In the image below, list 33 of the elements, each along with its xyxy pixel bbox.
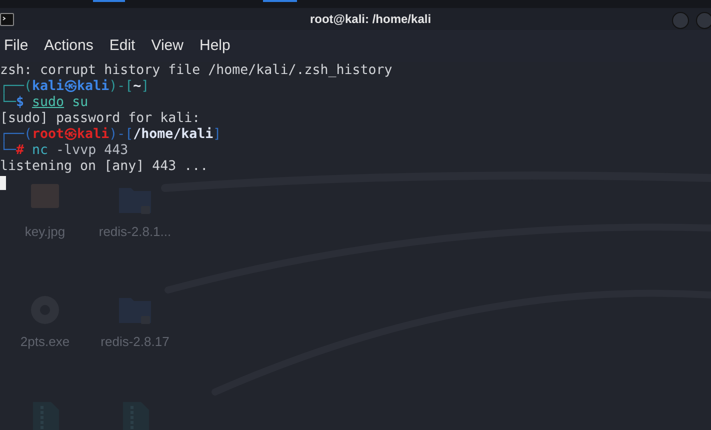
terminal-text: ┌──( <box>0 127 32 142</box>
panel-tab-indicator <box>93 0 125 2</box>
terminal-text: /home/kali <box>133 127 214 142</box>
window-title: root@kali: /home/kali <box>308 11 432 28</box>
terminal-text: nc <box>32 143 48 158</box>
menu-item[interactable]: View <box>151 34 184 58</box>
terminal-text: root㉿kali <box>32 127 110 142</box>
menu-item[interactable]: Help <box>199 34 230 58</box>
maximize-button[interactable] <box>696 12 711 29</box>
terminal-text: ~ <box>133 79 142 94</box>
terminal-text: $ <box>16 95 26 110</box>
terminal-text: su <box>71 95 88 110</box>
terminal-text: ] <box>213 127 222 142</box>
terminal-text: -lvvp 443 <box>55 143 128 158</box>
text-cursor <box>0 176 6 190</box>
menu-item[interactable]: Edit <box>109 34 136 58</box>
terminal-text: sudo <box>32 95 64 110</box>
terminal-text: listening on [any] 443 ... <box>0 159 208 174</box>
terminal-text: └─ <box>0 143 16 158</box>
terminal-text: kali㉿kali <box>32 79 110 94</box>
terminal-text: [sudo] password for kali: <box>0 111 200 126</box>
minimize-button[interactable] <box>672 12 689 29</box>
terminal-text: zsh: corrupt history file /home/kali/.zsh_history <box>0 63 392 78</box>
terminal-text: )-[ <box>109 127 134 142</box>
terminal-text: └─ <box>0 95 16 110</box>
terminal-text: ┌──( <box>0 79 32 94</box>
menu-item[interactable]: File <box>4 34 28 58</box>
terminal-text: )-[ <box>109 79 134 94</box>
panel-tab-indicator <box>263 0 297 2</box>
terminal-icon <box>0 13 14 26</box>
menu-item[interactable]: Actions <box>44 34 94 58</box>
terminal-text: # <box>16 143 26 158</box>
terminal-text: ] <box>141 79 150 94</box>
